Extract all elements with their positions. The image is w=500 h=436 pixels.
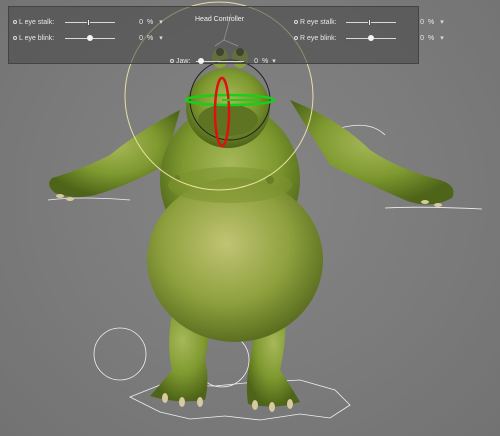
right-eye-blink-value: 0: [420, 34, 424, 42]
radio-bullet-icon: [294, 20, 298, 24]
chevron-down-icon[interactable]: ▾: [272, 57, 276, 65]
left-eye-stalk-track[interactable]: [65, 18, 115, 26]
jaw-unit: %: [262, 57, 269, 65]
radio-bullet-icon: [13, 36, 17, 40]
right-hand-rig-outline: [384, 206, 483, 210]
left-eye-blink-value: 0: [139, 34, 143, 42]
left-eye-stalk-slider[interactable]: L eye stalk: 0 % ▾: [13, 16, 163, 28]
radio-bullet-icon: [294, 36, 298, 40]
right-arm: [290, 100, 454, 205]
chevron-down-icon[interactable]: ▾: [440, 18, 444, 26]
chevron-down-icon[interactable]: ▾: [440, 34, 444, 42]
radio-bullet-icon: [170, 59, 174, 63]
jaw-track[interactable]: [196, 57, 244, 64]
right-eye-blink-thumb[interactable]: [368, 34, 374, 41]
right-eye-blink-unit: %: [428, 34, 435, 42]
jaw-label: Jaw:: [176, 57, 191, 65]
left-eye-stalk-label: L eye stalk:: [19, 18, 55, 26]
left-eye-blink-unit: %: [147, 34, 154, 42]
radio-bullet-icon: [13, 20, 17, 24]
left-eye-stalk-unit: %: [147, 18, 154, 26]
left-eye-stalk-value: 0: [139, 18, 143, 26]
right-eye-stalk-unit: %: [428, 18, 435, 26]
jaw-value: 0: [254, 57, 258, 65]
right-eye-stalk-value: 0: [420, 18, 424, 26]
right-eye-stalk-label: R eye stalk:: [300, 18, 337, 26]
left-hand-rig-outline: [47, 197, 131, 201]
right-eye-stalk-thumb[interactable]: [368, 18, 371, 26]
right-eye-stalk-track[interactable]: [346, 18, 396, 26]
left-eye-blink-thumb[interactable]: [87, 34, 93, 41]
jaw-thumb[interactable]: [198, 57, 204, 64]
chevron-down-icon[interactable]: ▾: [159, 34, 163, 42]
left-eye-stalk-thumb[interactable]: [87, 18, 90, 26]
3d-viewport[interactable]: Head Controller L eye stalk: 0 % ▾ L eye…: [0, 0, 500, 436]
jaw-slider[interactable]: Jaw: 0 % ▾: [170, 55, 276, 67]
head-controller-label[interactable]: Head Controller: [195, 16, 244, 23]
right-eye-blink-label: R eye blink:: [300, 34, 337, 42]
left-knee-rig-circle: [93, 327, 147, 381]
left-eye-blink-label: L eye blink:: [19, 34, 55, 42]
right-eye-stalk-slider[interactable]: R eye stalk: 0 % ▾: [294, 16, 444, 28]
chevron-down-icon[interactable]: ▾: [159, 18, 163, 26]
left-eye-blink-slider[interactable]: L eye blink: 0 % ▾: [13, 32, 163, 44]
right-eye-blink-track[interactable]: [346, 34, 396, 41]
left-eye-blink-track[interactable]: [65, 34, 115, 41]
right-eye-blink-slider[interactable]: R eye blink: 0 % ▾: [294, 32, 444, 44]
